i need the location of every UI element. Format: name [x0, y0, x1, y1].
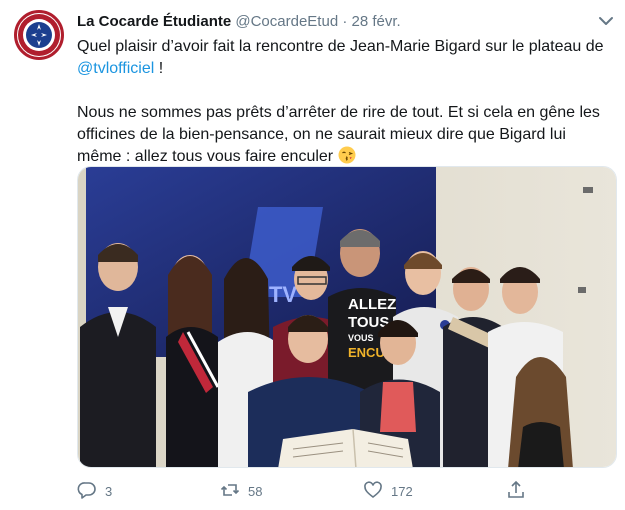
retweet-count: 58	[248, 483, 263, 499]
share-icon	[506, 480, 526, 503]
tweet-header: La Cocarde Étudiante @CocardeEtud · 28 f…	[77, 12, 597, 32]
avatar[interactable]	[14, 10, 64, 60]
chevron-down-icon[interactable]	[597, 14, 615, 28]
tweet-photo[interactable]: TV ALLEZ TOUS VOUS ENCU	[77, 166, 617, 468]
like-button[interactable]: 172	[363, 480, 413, 502]
retweet-icon	[220, 480, 240, 503]
cocarde-logo	[18, 14, 60, 56]
tweet-actions: 3 58 172	[77, 480, 577, 504]
author-handle[interactable]: @CocardeEtud	[235, 13, 338, 30]
group-photo-image: TV ALLEZ TOUS VOUS ENCU	[78, 167, 616, 467]
mention-link[interactable]: @tvlofficiel	[77, 60, 154, 77]
share-button[interactable]	[506, 480, 526, 502]
shirt-text: ENCU	[348, 345, 385, 360]
separator: ·	[342, 13, 348, 30]
shirt-text: ALLEZ	[348, 296, 396, 313]
shirt-text: VOUS	[348, 333, 374, 343]
author-name[interactable]: La Cocarde Étudiante	[77, 13, 231, 30]
reply-count: 3	[105, 483, 113, 499]
reply-icon	[77, 480, 97, 503]
backdrop-logo: TV	[269, 282, 297, 307]
tweet-text-part: Quel plaisir d’avoir fait la rencontre d…	[77, 38, 604, 55]
tweet-paragraph-1: Quel plaisir d’avoir fait la rencontre d…	[77, 36, 607, 80]
tweet-date[interactable]: 28 févr.	[352, 13, 401, 30]
like-count: 172	[391, 483, 413, 499]
retweet-button[interactable]: 58	[220, 480, 262, 502]
heart-icon	[363, 480, 383, 503]
tweet-paragraph-2: Nous ne sommes pas prêts d’arrêter de ri…	[77, 102, 607, 171]
reply-button[interactable]: 3	[77, 480, 112, 502]
tweet-text-part: !	[154, 60, 164, 77]
tweet-text: Quel plaisir d’avoir fait la rencontre d…	[77, 36, 607, 171]
